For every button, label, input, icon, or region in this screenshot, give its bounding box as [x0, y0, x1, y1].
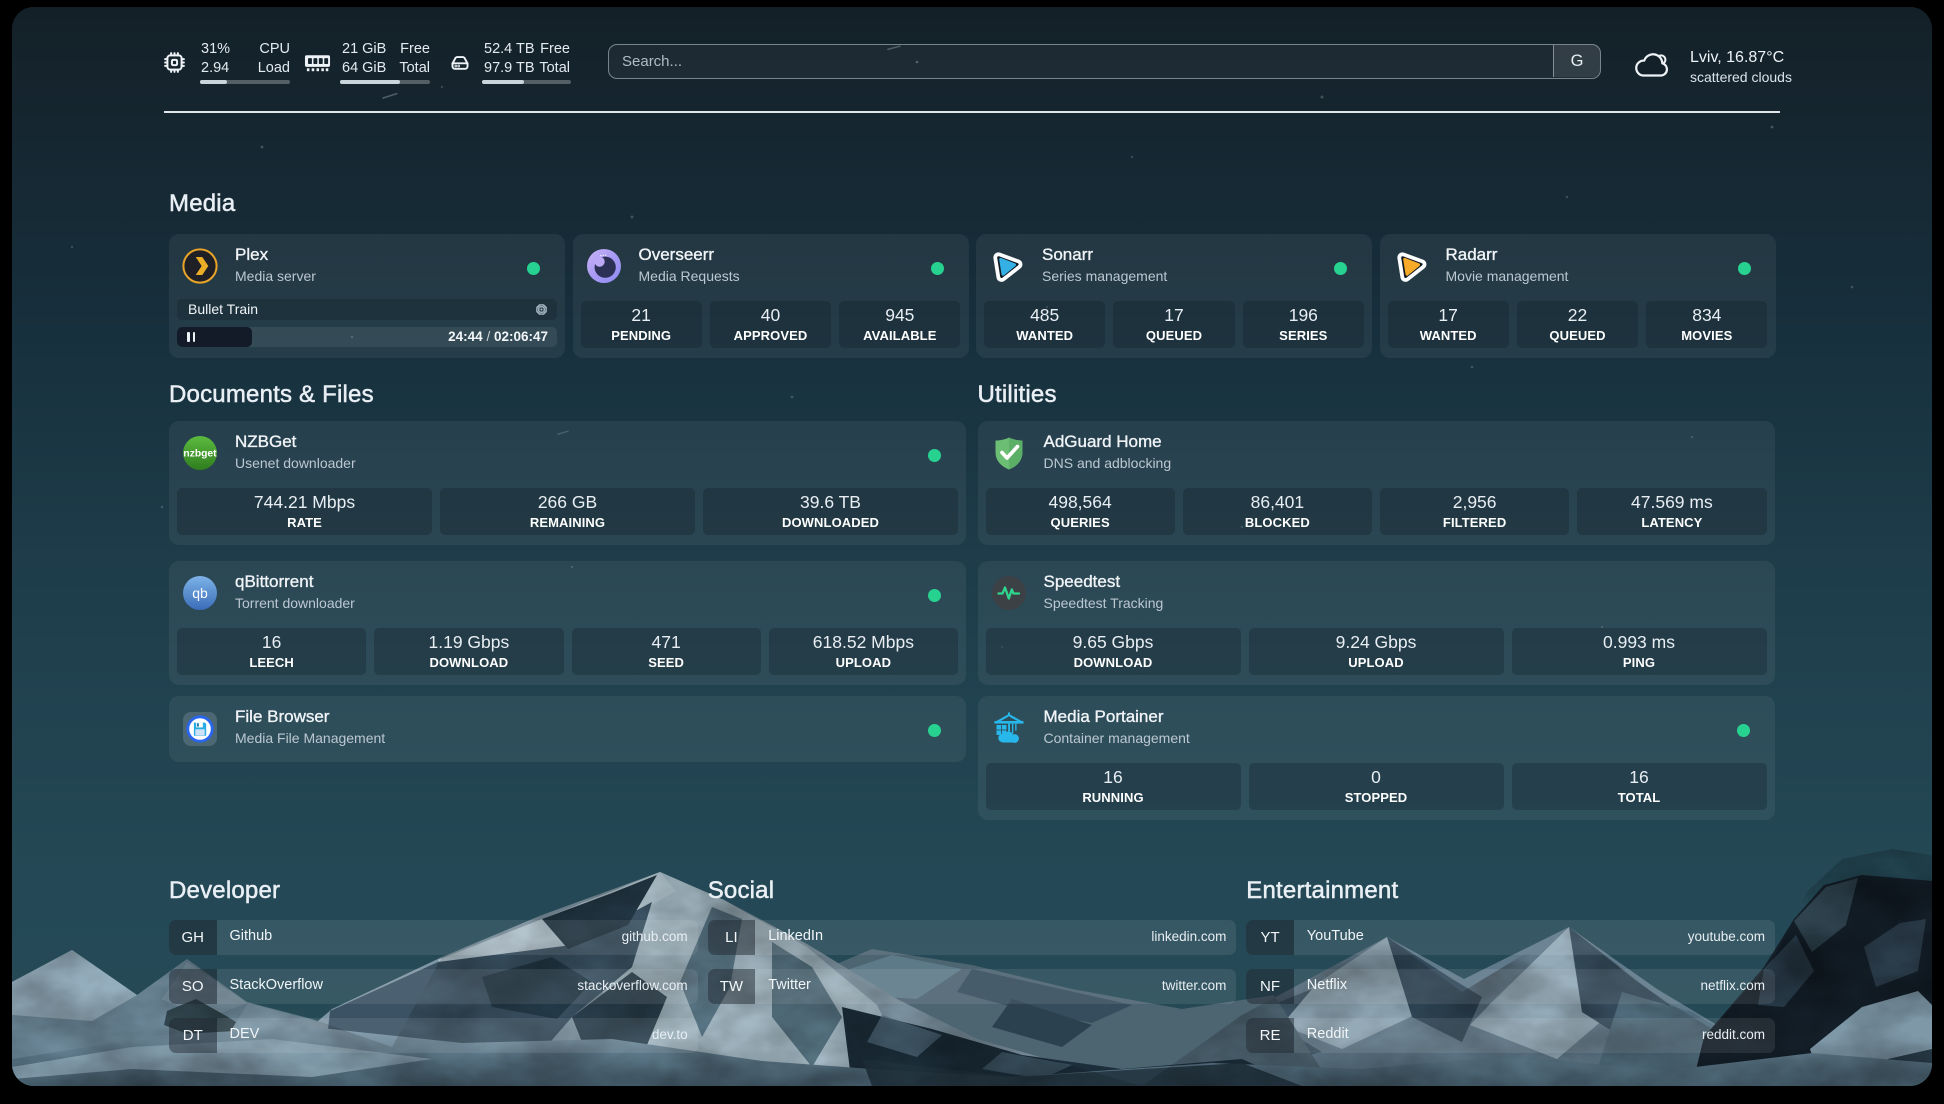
- svg-text:qb: qb: [192, 585, 208, 601]
- svg-text:nzbget: nzbget: [183, 449, 217, 460]
